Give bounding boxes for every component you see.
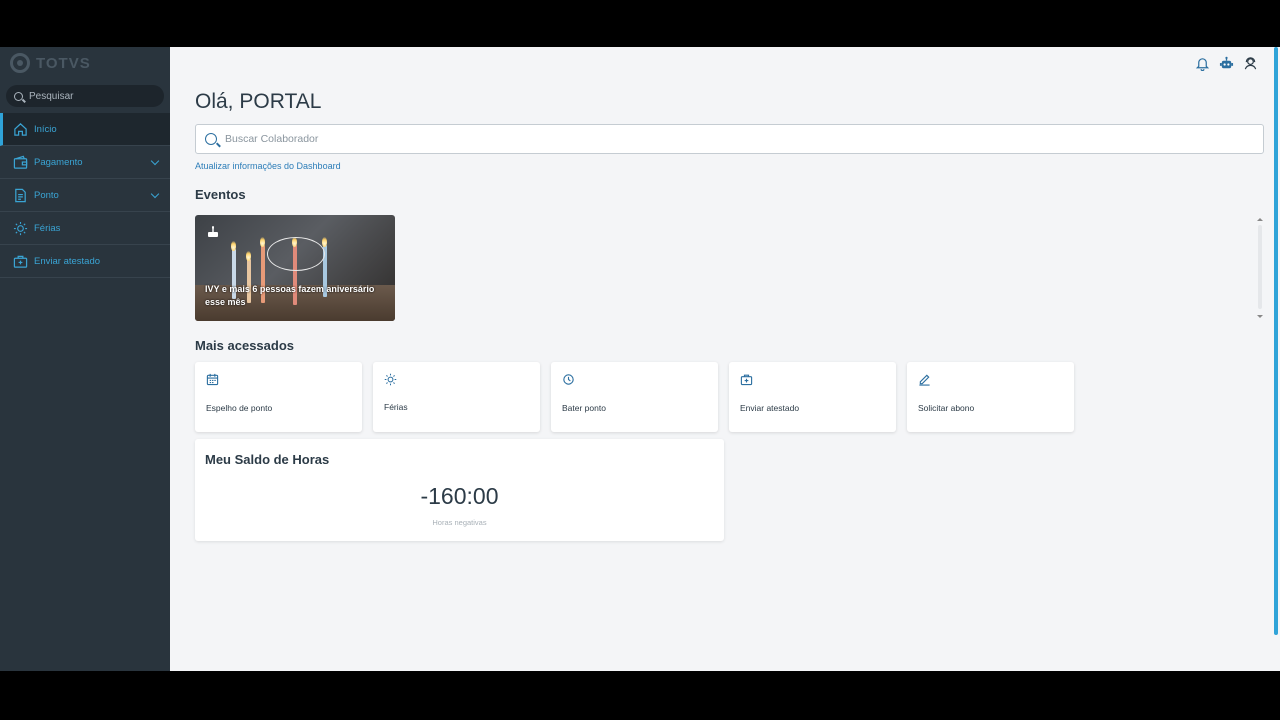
- cake-icon: [206, 225, 220, 239]
- quick-link-espelho-de-ponto[interactable]: Espelho de ponto: [195, 362, 362, 432]
- sidebar: TOTVS Início Pagamento: [0, 47, 170, 671]
- update-dashboard-link[interactable]: Atualizar informações do Dashboard: [195, 161, 341, 171]
- search-icon: [14, 91, 23, 101]
- chevron-down-icon[interactable]: [150, 189, 160, 199]
- events-title: Eventos: [195, 187, 246, 202]
- edit-icon: [918, 373, 931, 386]
- sidebar-item-label: Ponto: [34, 189, 59, 201]
- hours-balance-subtitle: Horas negativas: [432, 518, 487, 527]
- totvs-logo: TOTVS: [10, 53, 91, 73]
- quick-link-label: Solicitar abono: [918, 403, 975, 413]
- quick-links: Espelho de ponto Férias Bater ponto Envi…: [195, 362, 1074, 432]
- totvs-logo-mark: [10, 53, 30, 73]
- header-icons: [1194, 55, 1258, 71]
- medical-bag-icon: [740, 373, 753, 386]
- search-icon: [205, 133, 217, 145]
- sidebar-item-inicio[interactable]: Início: [0, 113, 170, 146]
- events-panel: IVY e mais 6 pessoas fazem aniversário e…: [195, 215, 1264, 321]
- app-window: TOTVS Início Pagamento: [0, 47, 1280, 671]
- user-support-icon[interactable]: [1242, 55, 1258, 71]
- quick-link-enviar-atestado[interactable]: Enviar atestado: [729, 362, 896, 432]
- home-icon: [12, 121, 28, 137]
- quick-link-label: Enviar atestado: [740, 403, 800, 413]
- hours-balance-value: -160:00: [420, 483, 499, 509]
- sun-icon: [12, 220, 28, 236]
- sidebar-nav: Início Pagamento Ponto Férias Enviar ate…: [0, 113, 170, 278]
- sidebar-search[interactable]: [6, 85, 164, 107]
- sidebar-item-ponto[interactable]: Ponto: [0, 179, 170, 212]
- main-scrollbar[interactable]: [1274, 47, 1278, 635]
- sidebar-search-input[interactable]: [29, 90, 149, 102]
- sidebar-item-label: Início: [34, 123, 57, 135]
- logo-text: TOTVS: [36, 54, 91, 72]
- quick-link-bater-ponto[interactable]: Bater ponto: [551, 362, 718, 432]
- event-description: IVY e mais 6 pessoas fazem aniversário e…: [205, 284, 375, 307]
- calendar-icon: [206, 373, 219, 386]
- sidebar-item-pagamento[interactable]: Pagamento: [0, 146, 170, 179]
- medical-bag-icon: [12, 253, 28, 269]
- collaborator-search[interactable]: [195, 124, 1264, 154]
- sidebar-item-label: Enviar atestado: [34, 255, 101, 267]
- sidebar-item-label: Pagamento: [34, 156, 83, 168]
- scroll-thumb[interactable]: [1258, 225, 1262, 309]
- bell-icon[interactable]: [1194, 55, 1210, 71]
- quick-link-ferias[interactable]: Férias: [373, 362, 540, 432]
- events-scrollbar[interactable]: [1256, 215, 1264, 321]
- page-title: Olá, PORTAL: [195, 90, 322, 113]
- document-icon: [12, 187, 28, 203]
- quick-link-label: Bater ponto: [562, 403, 606, 413]
- main-content: Olá, PORTAL Atualizar informações do Das…: [170, 47, 1280, 671]
- sidebar-item-enviar-atestado[interactable]: Enviar atestado: [0, 245, 170, 278]
- wallet-icon: [12, 154, 28, 170]
- loading-ring: [267, 237, 325, 271]
- birthday-event-card[interactable]: IVY e mais 6 pessoas fazem aniversário e…: [195, 215, 395, 321]
- sidebar-item-label: Férias: [34, 222, 61, 234]
- robot-icon[interactable]: [1218, 55, 1234, 71]
- clock-icon: [562, 373, 575, 386]
- quick-link-label: Espelho de ponto: [206, 403, 273, 413]
- hours-balance-card: Meu Saldo de Horas -160:00 Horas negativ…: [195, 439, 724, 541]
- quick-link-solicitar-abono[interactable]: Solicitar abono: [907, 362, 1074, 432]
- scroll-up-arrow-icon[interactable]: [1257, 218, 1263, 221]
- sun-icon: [384, 373, 397, 386]
- chevron-down-icon[interactable]: [150, 156, 160, 166]
- scroll-down-arrow-icon[interactable]: [1257, 315, 1263, 318]
- sidebar-item-ferias[interactable]: Férias: [0, 212, 170, 245]
- hours-balance-title: Meu Saldo de Horas: [205, 452, 330, 467]
- collaborator-search-input[interactable]: [225, 133, 1125, 145]
- most-accessed-title: Mais acessados: [195, 338, 295, 353]
- quick-link-label: Férias: [384, 402, 408, 412]
